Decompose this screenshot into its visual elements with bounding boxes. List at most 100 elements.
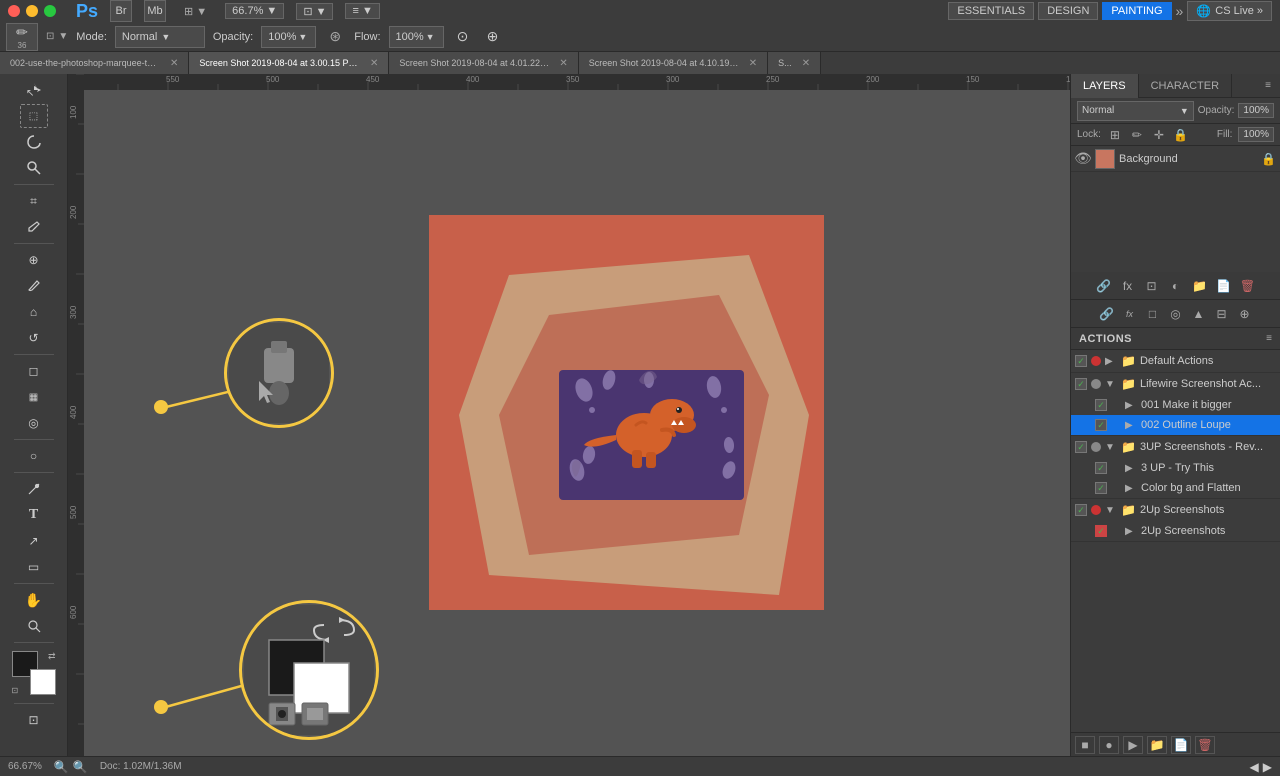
pen-tool[interactable]	[20, 477, 48, 501]
mask-icon2[interactable]: □	[1143, 304, 1163, 324]
tab-close-1[interactable]: ✕	[170, 58, 178, 69]
action-group-default-header[interactable]: ▶ 📁 Default Actions	[1071, 350, 1280, 372]
swap-colors-icon[interactable]: ⇄	[48, 651, 56, 662]
action-001-checkbox[interactable]	[1095, 399, 1107, 411]
panel-collapse-btn[interactable]: ≡	[1260, 74, 1280, 97]
play-selection-icon[interactable]: ▶	[1123, 736, 1143, 754]
window-controls[interactable]	[8, 5, 56, 17]
default-colors-icon[interactable]: ⊡	[12, 686, 19, 695]
eyedropper-tool[interactable]	[20, 215, 48, 239]
begin-recording-icon[interactable]: ●	[1099, 736, 1119, 754]
opacity-input[interactable]: 100% ▼	[261, 26, 316, 48]
tab-1[interactable]: 002-use-the-photoshop-marquee-tool-16976…	[0, 52, 189, 74]
tab-close-2[interactable]: ✕	[370, 58, 378, 69]
move-tool[interactable]: ↖	[20, 78, 48, 102]
new-layer-icon[interactable]: 📄	[1214, 276, 1234, 296]
action-item-3up-try[interactable]: ▶ 3 UP - Try This	[1071, 458, 1280, 478]
layer-background[interactable]: 👁 Background 🔒	[1071, 146, 1280, 172]
dodge-tool[interactable]: ○	[20, 444, 48, 468]
tab-character[interactable]: CHARACTER	[1139, 74, 1232, 98]
marquee-tool[interactable]: ⬚	[20, 104, 48, 128]
action-3up-try-expand[interactable]: ▶	[1125, 463, 1137, 474]
flow-toggle[interactable]: ⊙	[452, 26, 474, 48]
action-group-3up-expand[interactable]: ▼	[1105, 442, 1117, 453]
tab-close-3[interactable]: ✕	[559, 58, 567, 69]
history-brush-tool[interactable]: ↺	[20, 326, 48, 350]
more-workspaces-icon[interactable]: »	[1176, 3, 1184, 19]
brush-preset[interactable]: ⊡ ▼	[46, 31, 68, 42]
actions-panel-menu[interactable]: ≡	[1266, 333, 1272, 344]
menu-item[interactable]: ⊞ ▼	[178, 3, 213, 20]
lock-position-btn[interactable]: ✛	[1151, 127, 1167, 143]
layer-style-icon[interactable]: fx	[1118, 276, 1138, 296]
layer-visibility-eye[interactable]: 👁	[1075, 151, 1091, 167]
brush-tool[interactable]	[20, 274, 48, 298]
action-group-3up-header[interactable]: ▼ 📁 3UP Screenshots - Rev...	[1071, 436, 1280, 458]
action-001-expand[interactable]: ▶	[1125, 400, 1137, 411]
healing-brush-tool[interactable]: ⊕	[20, 248, 48, 272]
design-btn[interactable]: DESIGN	[1038, 2, 1098, 20]
action-002-checkbox[interactable]	[1095, 419, 1107, 431]
action-item-002[interactable]: ▶ 002 Outline Loupe	[1071, 415, 1280, 435]
link-layers-icon[interactable]: 🔗	[1094, 276, 1114, 296]
tab-5[interactable]: S... ✕	[768, 52, 821, 74]
eraser-tool[interactable]: ◻	[20, 359, 48, 383]
current-tool-icon[interactable]: ✏ 36	[6, 23, 38, 51]
hand-tool[interactable]: ✋	[20, 588, 48, 612]
link-icon[interactable]: 🔗	[1097, 304, 1117, 324]
tab-2[interactable]: Screen Shot 2019-08-04 at 3.00.15 PM.jpg…	[189, 52, 389, 74]
quick-select-tool[interactable]	[20, 156, 48, 180]
navigate-prev-icon[interactable]: ◀	[1250, 760, 1259, 774]
zoom-display[interactable]: 66.7% ▼	[225, 3, 284, 19]
fx-icon[interactable]: fx	[1120, 304, 1140, 324]
adj-icon2[interactable]: ◎	[1166, 304, 1186, 324]
mini-bridge-icon[interactable]: Mb	[144, 0, 166, 22]
arrange-option[interactable]: ≡ ▼	[345, 3, 379, 19]
blur-tool[interactable]: ◎	[20, 411, 48, 435]
action-group-2up-header[interactable]: ▼ 📁 2Up Screenshots	[1071, 499, 1280, 521]
fill-value[interactable]: 100%	[1238, 127, 1274, 142]
minimize-button[interactable]	[26, 5, 38, 17]
action-group-2up-checkbox[interactable]	[1075, 504, 1087, 516]
adjustment-layer-icon[interactable]: ◐	[1166, 276, 1186, 296]
action-2up-checkbox[interactable]	[1095, 525, 1107, 537]
painting-btn[interactable]: PAINTING	[1102, 2, 1171, 20]
action-group-default-expand[interactable]: ▶	[1105, 356, 1117, 367]
action-group-lifewire-checkbox[interactable]	[1075, 378, 1087, 390]
layer-group-icon[interactable]: 📁	[1190, 276, 1210, 296]
path-select-tool[interactable]: ↗	[20, 529, 48, 553]
action-2up-expand[interactable]: ▶	[1125, 526, 1137, 537]
action-3up-try-checkbox[interactable]	[1095, 462, 1107, 474]
opacity-value[interactable]: 100%	[1238, 103, 1274, 118]
flow-input[interactable]: 100% ▼	[389, 26, 444, 48]
action-group-lifewire-header[interactable]: ▼ 📁 Lifewire Screenshot Ac...	[1071, 373, 1280, 395]
shape-tool[interactable]: ▭	[20, 555, 48, 579]
clone-stamp-tool[interactable]: ⌂	[20, 300, 48, 324]
action-item-colorbg[interactable]: ▶ Color bg and Flatten	[1071, 478, 1280, 498]
status-controls[interactable]: 🔍 🔍	[54, 760, 88, 774]
blend-mode-dropdown[interactable]: Normal ▼	[1077, 101, 1194, 121]
delete-action-icon[interactable]: 🗑	[1195, 736, 1215, 754]
action-colorbg-checkbox[interactable]	[1095, 482, 1107, 494]
tab-close-4[interactable]: ✕	[749, 58, 757, 69]
tab-close-5[interactable]: ✕	[802, 58, 810, 69]
action-group-lifewire-expand[interactable]: ▼	[1105, 379, 1117, 390]
action-item-001[interactable]: ▶ 001 Make it bigger	[1071, 395, 1280, 415]
mode-dropdown[interactable]: Normal ▼	[115, 26, 205, 48]
action-002-expand[interactable]: ▶	[1125, 420, 1137, 431]
airbrush-toggle[interactable]: ⊛	[324, 26, 346, 48]
delete-layer-icon[interactable]: 🗑	[1238, 276, 1258, 296]
tab-4[interactable]: Screen Shot 2019-08-04 at 4.10.19 PM.jpg…	[579, 52, 768, 74]
background-color[interactable]	[30, 669, 56, 695]
action-group-2up-expand[interactable]: ▼	[1105, 505, 1117, 516]
close-button[interactable]	[8, 5, 20, 17]
bridge-icon[interactable]: Br	[110, 0, 132, 22]
lasso-tool[interactable]	[20, 130, 48, 154]
crop-tool[interactable]: ⌗	[20, 189, 48, 213]
quick-mask-btn[interactable]: ⊡	[20, 708, 48, 732]
zoom-in-icon[interactable]: 🔍	[73, 760, 88, 774]
navigate-next-icon[interactable]: ▶	[1263, 760, 1272, 774]
trim-icon[interactable]: ⊟	[1212, 304, 1232, 324]
tab-3[interactable]: Screen Shot 2019-08-04 at 4.01.22 PM.jpg…	[389, 52, 578, 74]
lock-all-btn[interactable]: 🔒	[1173, 127, 1189, 143]
